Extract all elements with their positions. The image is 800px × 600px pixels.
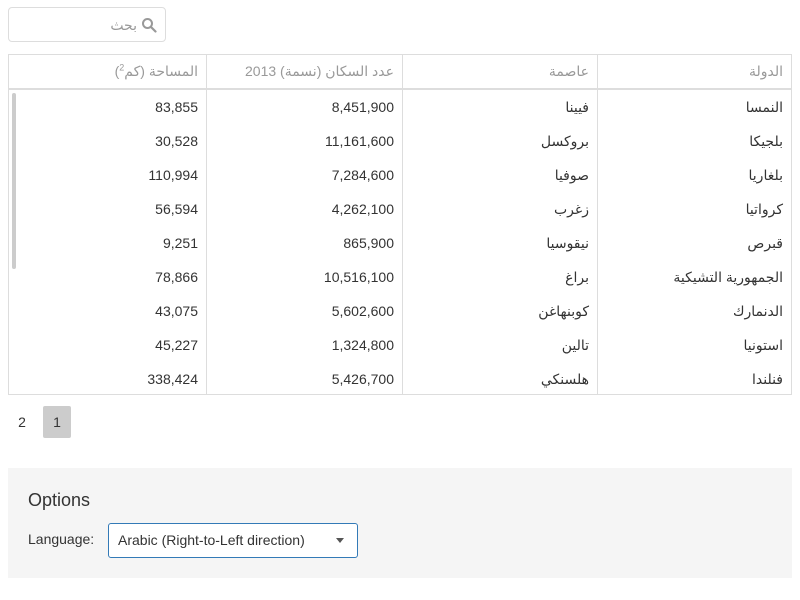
language-label: Language:	[28, 531, 95, 547]
cell-country: فنلندا	[751, 371, 783, 387]
cell-capital: بروكسل	[540, 133, 589, 149]
column-header-population[interactable]: عدد السكان (نسمة) 2013	[206, 55, 402, 88]
table-row[interactable]: استونيا تالين 1,324,800 45,227	[9, 328, 791, 362]
table-row[interactable]: الدنمارك كوبنهاغن 5,602,600 43,075	[9, 294, 791, 328]
column-header-capital[interactable]: عاصمة	[402, 55, 597, 88]
column-header-area[interactable]: المساحة (كم2)	[9, 55, 206, 88]
data-grid: الدولة عاصمة عدد السكان (نسمة) 2013 المس…	[8, 54, 792, 395]
cell-population: 10,516,100	[323, 269, 394, 285]
cell-population: 8,451,900	[331, 99, 394, 115]
cell-population: 7,284,600	[331, 167, 394, 183]
column-header-country[interactable]: الدولة	[597, 55, 791, 88]
options-title: Options	[28, 490, 91, 510]
cell-area: 78,866	[155, 269, 198, 285]
cell-population: 5,602,600	[331, 303, 394, 319]
cell-capital: صوفيا	[554, 167, 589, 183]
table-row[interactable]: كرواتيا زغرب 4,262,100 56,594	[9, 192, 791, 226]
table-row[interactable]: الجمهورية التشيكية براغ 10,516,100 78,866	[9, 260, 791, 294]
cell-capital: براغ	[565, 269, 589, 285]
table-row[interactable]: فنلندا هلسنكي 5,426,700 338,424	[9, 362, 791, 394]
cell-area: 110,994	[148, 167, 198, 183]
cell-capital: كوبنهاغن	[538, 303, 589, 319]
cell-population: 1,324,800	[331, 337, 394, 353]
cell-country: النمسا	[745, 99, 783, 115]
table-row[interactable]: بلغاريا صوفيا 7,284,600 110,994	[9, 158, 791, 192]
cell-population: 11,161,600	[324, 133, 394, 149]
grid-header: الدولة عاصمة عدد السكان (نسمة) 2013 المس…	[9, 55, 791, 90]
cell-capital: زغرب	[554, 201, 589, 217]
table-row[interactable]: بلجيكا بروكسل 11,161,600 30,528	[9, 124, 791, 158]
table-row[interactable]: قبرص نيقوسيا 865,900 9,251	[9, 226, 791, 260]
cell-capital: تالين	[561, 337, 589, 353]
cell-area: 43,075	[155, 303, 198, 319]
cell-country: كرواتيا	[745, 201, 783, 217]
search-icon	[142, 18, 157, 33]
cell-country: الجمهورية التشيكية	[673, 269, 783, 285]
page-button-2[interactable]: 2	[8, 406, 36, 438]
cell-country: بلغاريا	[748, 167, 783, 183]
table-row[interactable]: النمسا فيينا 8,451,900 83,855	[9, 90, 791, 124]
language-select-value: Arabic (Right-to-Left direction)	[118, 532, 305, 548]
cell-area: 338,424	[147, 371, 198, 387]
grid-body[interactable]: النمسا فيينا 8,451,900 83,855 بلجيكا بروكسل 11…	[9, 90, 791, 394]
cell-area: 56,594	[155, 201, 198, 217]
cell-population: 865,900	[343, 235, 394, 251]
cell-area: 9,251	[162, 235, 198, 251]
cell-capital: فيينا	[565, 99, 589, 115]
cell-area: 83,855	[155, 99, 198, 115]
options-panel: Options Language: Arabic (Right-to-Left …	[8, 468, 792, 578]
cell-country: استونيا	[743, 337, 783, 353]
language-select[interactable]: Arabic (Right-to-Left direction)	[108, 523, 358, 558]
cell-country: الدنمارك	[732, 303, 783, 319]
cell-country: بلجيكا	[749, 133, 783, 149]
cell-capital: هلسنكي	[540, 371, 589, 387]
page-button-1[interactable]: 1	[43, 406, 71, 438]
search-box[interactable]	[8, 7, 166, 42]
cell-area: 45,227	[155, 337, 198, 353]
chevron-down-icon	[336, 538, 344, 543]
cell-country: قبرص	[747, 235, 783, 251]
cell-population: 5,426,700	[331, 371, 394, 387]
area-header-label: المساحة (كم	[124, 63, 198, 79]
cell-area: 30,528	[155, 133, 198, 149]
cell-population: 4,262,100	[331, 201, 394, 217]
cell-capital: نيقوسيا	[546, 235, 589, 251]
search-input[interactable]	[9, 8, 141, 41]
